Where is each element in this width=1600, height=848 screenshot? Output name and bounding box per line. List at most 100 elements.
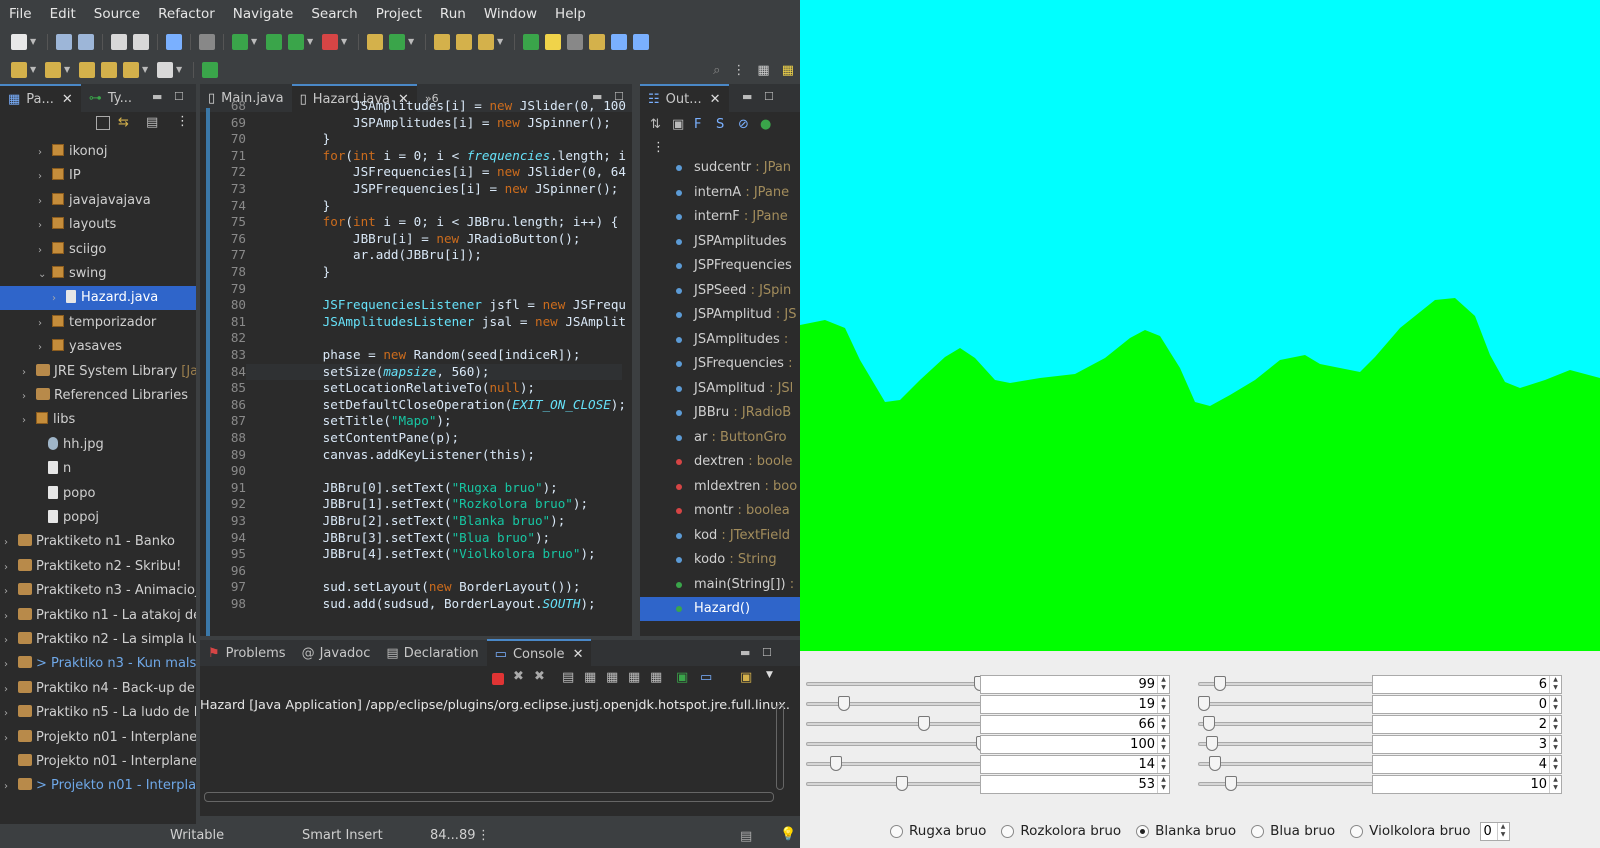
notifications-icon[interactable]: ▤ — [740, 829, 752, 844]
outline-item[interactable]: JSPSeed : JSpin — [640, 279, 800, 303]
outline-item[interactable]: ar : ButtonGro — [640, 426, 800, 450]
perspective-icon[interactable]: ▦ — [757, 63, 769, 78]
frequency-slider[interactable] — [1198, 715, 1380, 733]
amplitude-spinner[interactable]: 100 ▲ ▼ — [980, 735, 1170, 754]
code-area[interactable]: 68 JSAmplitudes[i] = new JSlider(0, 100 6… — [200, 98, 632, 636]
menu-run[interactable]: Run — [431, 0, 475, 28]
filter-icon[interactable]: ▤ — [146, 115, 158, 130]
close-icon[interactable]: ✕ — [710, 92, 721, 107]
spinner-arrows-icon[interactable]: ▲ ▼ — [1157, 776, 1169, 793]
close-icon[interactable]: ✕ — [62, 92, 73, 107]
outline-item[interactable]: kodo : String — [640, 548, 800, 572]
dropdown-arrow-icon[interactable]: ▼ — [64, 62, 72, 78]
tree-item[interactable]: › Projekto n01 - Interplaneta — [0, 726, 196, 750]
dropdown-arrow-icon[interactable]: ▼ — [341, 34, 349, 50]
tab-declaration[interactable]: ▤ Declaration — [378, 639, 486, 667]
tree-item[interactable]: › Praktiko n4 - Back-up de m — [0, 677, 196, 701]
slider-thumb[interactable] — [1198, 696, 1210, 711]
outline-item[interactable]: JSPAmplitudes — [640, 230, 800, 254]
display-console-icon[interactable]: ▭ — [700, 670, 712, 685]
maximize-icon[interactable]: ☐ — [762, 646, 772, 659]
word-wrap-icon[interactable]: ▦ — [606, 670, 618, 685]
tree-item[interactable]: › ikonoj — [0, 140, 196, 164]
amplitude-slider[interactable] — [806, 695, 988, 713]
toolbar-icon[interactable] — [78, 34, 94, 50]
tree-item[interactable]: › > Praktiko n3 - Kun malsate — [0, 652, 196, 676]
close-icon[interactable]: ✕ — [573, 647, 584, 662]
toolbar-icon[interactable] — [11, 62, 27, 78]
toolbar-icon[interactable] — [478, 34, 494, 50]
frequency-spinner[interactable]: 3 ▲ ▼ — [1372, 735, 1562, 754]
menu-help[interactable]: Help — [546, 0, 595, 28]
menu-file[interactable]: File — [0, 0, 41, 28]
minimize-icon[interactable]: ▬ — [740, 646, 750, 659]
spinner-arrows-icon[interactable]: ▲ ▼ — [1157, 736, 1169, 753]
chevron-right-icon[interactable]: › — [22, 385, 34, 408]
chevron-right-icon[interactable]: › — [38, 214, 50, 237]
tree-item[interactable]: › Praktiko n2 - La simpla ludo — [0, 628, 196, 652]
spinner-arrows-icon[interactable]: ▲ ▼ — [1157, 676, 1169, 693]
toolbar-icon[interactable] — [166, 34, 182, 50]
toolbar-icon[interactable] — [111, 34, 127, 50]
clear-console-icon[interactable]: ▤ — [562, 670, 574, 685]
tree-item[interactable]: › IP — [0, 164, 196, 188]
search-icon[interactable]: ⌕ — [713, 63, 720, 78]
seed-spinner[interactable]: 0 ▲ ▼ — [1479, 821, 1510, 841]
show-on-stdout-icon[interactable]: ▦ — [628, 670, 640, 685]
vertical-scrollbar[interactable] — [776, 704, 784, 790]
outline-item[interactable]: dextren : boole — [640, 450, 800, 474]
toolbar-icon[interactable] — [567, 34, 583, 50]
amplitude-spinner[interactable]: 99 ▲ ▼ — [980, 675, 1170, 694]
radio-circle-icon[interactable] — [1001, 824, 1015, 838]
toolbar-icon[interactable] — [202, 62, 218, 78]
spinner-arrows-icon[interactable]: ▲ ▼ — [1549, 696, 1561, 713]
frequency-spinner[interactable]: 6 ▲ ▼ — [1372, 675, 1562, 694]
toolbar-icon[interactable] — [434, 34, 450, 50]
terminate-icon[interactable] — [492, 673, 504, 685]
outline-item[interactable]: main(String[]) : — [640, 573, 800, 597]
spinner-arrows-icon[interactable]: ▲ ▼ — [1549, 676, 1561, 693]
hide-nonpublic-icon[interactable]: ⊘ — [738, 117, 749, 132]
toolbar-icon[interactable] — [523, 34, 539, 50]
show-on-stderr-icon[interactable]: ▦ — [650, 670, 662, 685]
noise-radio[interactable]: Blua bruo — [1251, 823, 1335, 839]
chevron-right-icon[interactable]: › — [22, 409, 34, 432]
chevron-right-icon[interactable]: › — [38, 190, 50, 213]
tree-item[interactable]: › libs — [0, 408, 196, 432]
toolbar-icon[interactable] — [545, 34, 561, 50]
chevron-right-icon[interactable]: › — [38, 141, 50, 164]
toolbar-icon[interactable] — [79, 62, 95, 78]
tree-item[interactable]: n — [0, 457, 196, 481]
outline-item[interactable]: internF : JPane — [640, 205, 800, 229]
minimize-icon[interactable]: ▬ — [152, 90, 162, 103]
dropdown-arrow-icon[interactable]: ▼ — [497, 34, 505, 50]
noise-radio[interactable]: Rugxa bruo — [890, 823, 986, 839]
chevron-right-icon[interactable]: › — [4, 556, 16, 579]
chevron-down-icon[interactable]: ⌄ — [38, 263, 50, 286]
toolbar-icon[interactable] — [133, 34, 149, 50]
menu-navigate[interactable]: Navigate — [224, 0, 303, 28]
outline-item[interactable]: JSFrequencies : — [640, 352, 800, 376]
chevron-right-icon[interactable]: › — [4, 605, 16, 628]
tree-item[interactable]: › Praktiko n1 - La atakoj de ta — [0, 604, 196, 628]
chevron-right-icon[interactable]: › — [22, 361, 34, 384]
tree-item[interactable]: › yasaves — [0, 335, 196, 359]
noise-radio[interactable]: Violkolora bruo — [1350, 823, 1471, 839]
amplitude-slider[interactable] — [806, 675, 988, 693]
tree-item[interactable]: › Praktiketo n1 - Banko — [0, 530, 196, 554]
slider-thumb[interactable] — [829, 756, 842, 771]
menu-refactor[interactable]: Refactor — [149, 0, 224, 28]
tree-item[interactable]: › JRE System Library[Java — [0, 360, 196, 384]
dropdown-arrow-icon[interactable]: ▼ — [176, 62, 184, 78]
toolbar-icon[interactable] — [633, 34, 649, 50]
chevron-right-icon[interactable]: › — [4, 727, 16, 750]
toolbar-icon[interactable] — [456, 34, 472, 50]
toolbar-icon[interactable] — [11, 34, 27, 50]
chevron-right-icon[interactable]: › — [4, 678, 16, 701]
spinner-arrows-icon[interactable]: ▲ ▼ — [1549, 776, 1561, 793]
amplitude-slider[interactable] — [806, 775, 988, 793]
scroll-lock-icon[interactable]: ▦ — [584, 670, 596, 685]
tree-item[interactable]: › temporizador — [0, 311, 196, 335]
slider-thumb[interactable] — [838, 696, 851, 711]
outline-item[interactable]: Hazard() — [640, 597, 800, 621]
